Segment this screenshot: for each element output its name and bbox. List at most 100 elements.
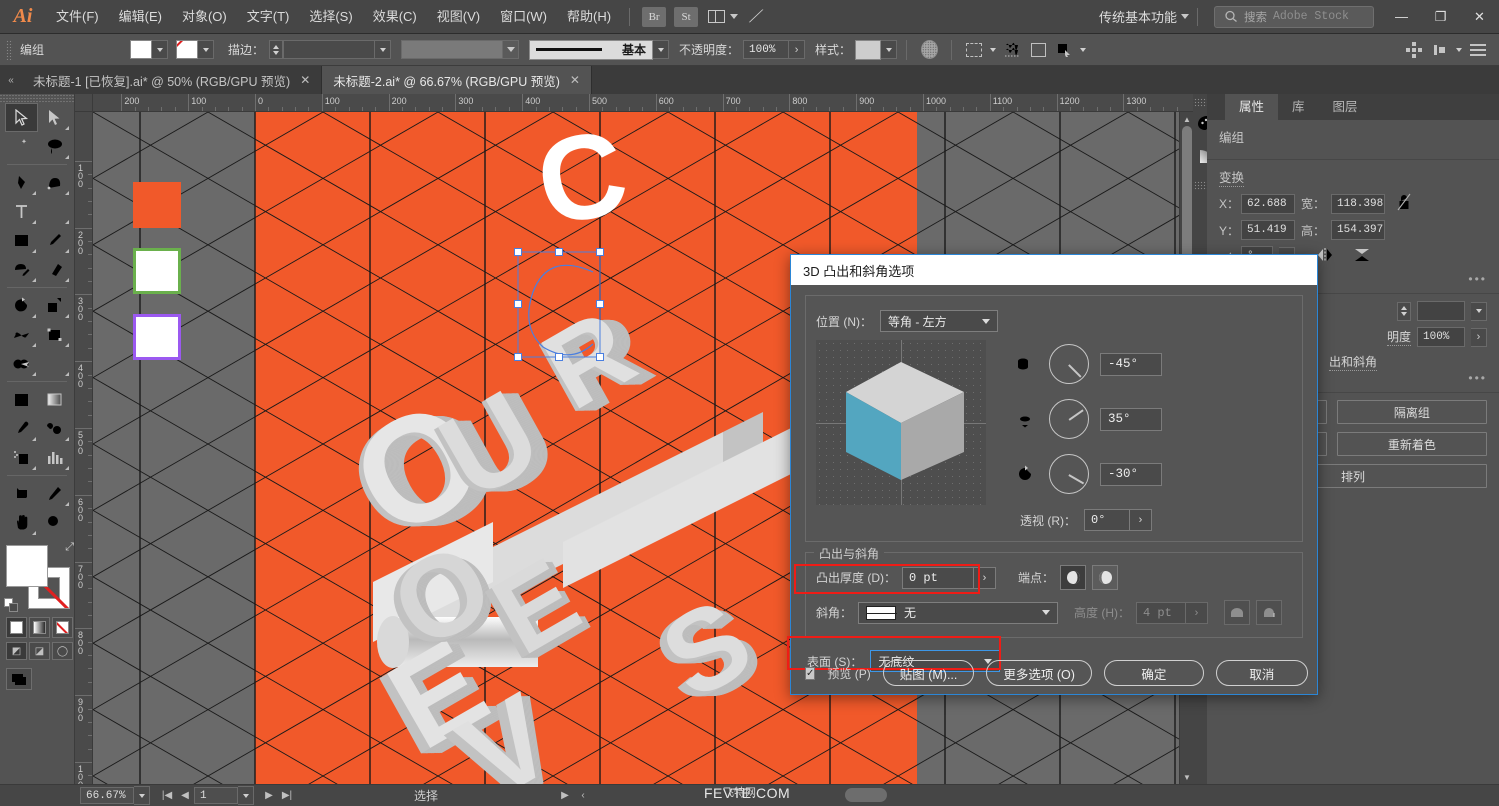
close-icon[interactable]: ✕ — [300, 73, 310, 87]
draw-inside-button[interactable]: ◯ — [52, 642, 73, 660]
color-mode-button[interactable] — [6, 617, 27, 638]
extrude-depth-input[interactable]: 0 pt — [902, 566, 974, 589]
first-page-icon[interactable]: |◀ — [158, 786, 176, 806]
stroke-color-control[interactable] — [176, 40, 214, 59]
page-dropdown-icon[interactable] — [238, 786, 254, 805]
eraser-tool[interactable] — [38, 255, 71, 284]
maximize-button[interactable]: ❐ — [1421, 0, 1460, 34]
rotate-z-input[interactable]: -30° — [1100, 462, 1162, 486]
extrude-depth-stepper-icon[interactable]: › — [974, 566, 996, 589]
hand-tool[interactable] — [5, 508, 38, 537]
graphic-style-swatch[interactable] — [855, 39, 882, 60]
pencil-tool[interactable] — [5, 255, 38, 284]
isolate-dropdown-icon[interactable] — [1077, 40, 1089, 59]
fill-color-box[interactable] — [6, 545, 48, 587]
appearance-opacity-options-icon[interactable]: › — [1471, 327, 1487, 347]
more-options-button[interactable]: 更多选项 (O) — [986, 660, 1092, 686]
tab-properties[interactable]: 属性 — [1225, 94, 1279, 120]
control-bar-grip[interactable] — [6, 39, 13, 60]
w-input[interactable]: 118.398 — [1331, 193, 1385, 214]
ruler-corner[interactable] — [75, 94, 93, 112]
isolate-selection-icon[interactable] — [1051, 38, 1077, 62]
next-page-icon[interactable]: ▶ — [260, 786, 278, 806]
appearance-stroke-input[interactable] — [1417, 301, 1465, 321]
status-drag-handle[interactable] — [845, 788, 887, 802]
brush-definition-control[interactable]: 基本 — [529, 39, 654, 60]
menu-view[interactable]: 视图(V) — [427, 0, 490, 34]
align-icon[interactable] — [1401, 38, 1427, 62]
swap-fill-stroke-icon[interactable]: ⤢ — [65, 541, 74, 554]
close-button[interactable]: ✕ — [1460, 0, 1499, 34]
orange-swatch[interactable] — [133, 182, 181, 228]
status-text[interactable]: 选择 — [296, 787, 556, 804]
shape-builder-tool[interactable] — [5, 349, 38, 378]
perspective-input[interactable]: 0° — [1084, 509, 1130, 531]
draw-normal-button[interactable]: ◩ — [6, 642, 27, 660]
menu-help[interactable]: 帮助(H) — [557, 0, 621, 34]
rotate-z-dial[interactable] — [1049, 454, 1089, 494]
stroke-weight-stepper[interactable] — [269, 40, 284, 59]
stroke-profile-preview[interactable] — [401, 40, 504, 59]
arrange-documents-button[interactable] — [708, 10, 739, 23]
appearance-opacity-input[interactable]: 100% — [1417, 327, 1465, 347]
direct-selection-tool[interactable] — [38, 103, 71, 132]
purple-swatch[interactable] — [133, 314, 181, 360]
document-tab-1[interactable]: 未标题-1 [已恢复].ai* @ 50% (RGB/GPU 预览) ✕ — [22, 66, 323, 94]
document-tab-2[interactable]: 未标题-2.ai* @ 66.67% (RGB/GPU 预览) ✕ — [322, 66, 592, 94]
isolate-group-button[interactable]: 隔离组 — [1336, 400, 1487, 424]
gradient-mode-button[interactable] — [29, 617, 50, 638]
lock-proportions-icon[interactable] — [1397, 193, 1411, 214]
blend-tool[interactable] — [38, 414, 71, 443]
select-similar-dropdown-icon[interactable] — [987, 40, 999, 59]
gradient-tool[interactable] — [38, 385, 71, 414]
map-art-button[interactable]: 贴图 (M)... — [882, 660, 975, 686]
line-segment-tool[interactable] — [38, 197, 71, 226]
rotate-x-dial[interactable] — [1049, 344, 1089, 384]
zoom-level-input[interactable]: 66.67% — [80, 787, 134, 804]
curvature-tool[interactable] — [38, 168, 71, 197]
tab-layers[interactable]: 图层 — [1319, 94, 1372, 120]
workspace-chevron-icon[interactable] — [1181, 14, 1189, 19]
scale-tool[interactable] — [38, 291, 71, 320]
flip-horizontal-icon[interactable] — [1315, 247, 1335, 266]
extrude-bevel-dialog[interactable]: 3D 凸出和斜角选项 位置 (N)： 等角 - 左方 -45° 35° -30°… — [787, 254, 1318, 695]
width-tool[interactable] — [5, 320, 38, 349]
stroke-swatch-none[interactable] — [176, 40, 198, 59]
selection-tool[interactable] — [5, 103, 38, 132]
cap-on-button[interactable] — [1060, 565, 1087, 590]
recolor-button[interactable]: 重新着色 — [1336, 432, 1487, 456]
fill-color-control[interactable] — [130, 40, 168, 59]
type-tool[interactable] — [5, 197, 38, 226]
h-input[interactable]: 154.397 — [1331, 220, 1385, 240]
bridge-icon[interactable]: Br — [642, 6, 667, 27]
tabbar-collapse-icon[interactable]: « — [0, 66, 22, 94]
stroke-stepper[interactable] — [1397, 301, 1411, 321]
bevel-select[interactable]: 无 — [858, 601, 1059, 624]
menu-effect[interactable]: 效果(C) — [363, 0, 427, 34]
scroll-down-icon[interactable]: ▼ — [1180, 770, 1194, 784]
pen-tool[interactable] — [5, 168, 38, 197]
perspective-grid-tool[interactable] — [38, 349, 71, 378]
rotate-x-input[interactable]: -45° — [1100, 352, 1162, 376]
magic-wand-tool[interactable] — [5, 132, 38, 161]
fill-dropdown-icon[interactable] — [152, 40, 168, 59]
menu-object[interactable]: 对象(O) — [172, 0, 237, 34]
scroll-up-icon[interactable]: ▲ — [1180, 112, 1194, 126]
status-menu-icon[interactable]: ‹ — [574, 786, 592, 806]
mesh-tool[interactable] — [5, 385, 38, 414]
green-swatch[interactable] — [133, 248, 181, 294]
menu-file[interactable]: 文件(F) — [46, 0, 109, 34]
screen-mode-button[interactable] — [6, 668, 32, 690]
select-similar-icon[interactable] — [961, 38, 987, 62]
flip-vertical-icon[interactable] — [1353, 247, 1371, 266]
lasso-tool[interactable] — [38, 132, 71, 161]
ok-button[interactable]: 确定 — [1103, 660, 1204, 686]
style-dropdown-icon[interactable] — [881, 40, 898, 59]
stock-icon[interactable]: St — [674, 6, 699, 27]
appearance-stroke-dropdown-icon[interactable] — [1471, 301, 1487, 321]
stroke-weight-dropdown-icon[interactable] — [375, 40, 392, 59]
opacity-options-icon[interactable]: › — [789, 40, 806, 59]
cube-preview[interactable] — [816, 340, 986, 505]
prev-page-icon[interactable]: ◀ — [176, 786, 194, 806]
close-icon[interactable]: ✕ — [570, 73, 580, 87]
